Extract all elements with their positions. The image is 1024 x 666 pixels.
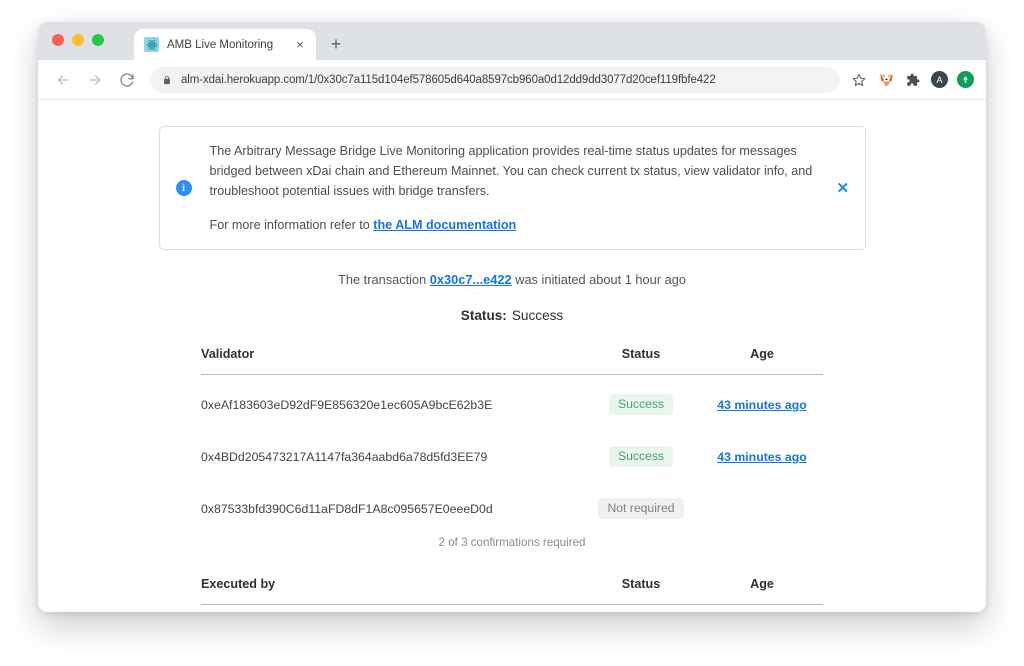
reload-button[interactable] xyxy=(114,67,140,93)
age-cell xyxy=(701,482,823,534)
new-tab-button[interactable]: + xyxy=(326,34,346,54)
validators-header-row: Validator Status Age xyxy=(201,347,823,375)
validator-address: 0xeAf183603eD92dF9E856320e1ec605A9bcE62b… xyxy=(201,397,493,412)
overall-status-value: Success xyxy=(511,308,564,323)
back-button[interactable] xyxy=(50,67,76,93)
status-cell: Success xyxy=(581,375,701,431)
age-link[interactable]: 43 minutes ago xyxy=(717,398,807,412)
age-cell: 43 minutes ago xyxy=(701,605,823,611)
table-row: 0x4BDd205473217A1147fa364aabd6a78d5fd3EE… xyxy=(201,430,823,482)
age-cell: 43 minutes ago xyxy=(701,430,823,482)
status-badge: Success xyxy=(608,446,674,468)
close-banner-button[interactable]: ✕ xyxy=(837,181,851,196)
browser-window: AMB Live Monitoring × + alm-xdai.herokua… xyxy=(38,22,986,612)
status-badge: Not required xyxy=(598,498,684,520)
forward-button[interactable] xyxy=(82,67,108,93)
executed-table: Executed by Status Age 0xeAf183603eD92dF… xyxy=(201,577,823,611)
alm-page-content: i The Arbitrary Message Bridge Live Moni… xyxy=(38,126,986,611)
executed-table-head: Executed by Status Age xyxy=(201,577,823,605)
minimize-window-button[interactable] xyxy=(72,34,84,46)
executed-table-block: Executed by Status Age 0xeAf183603eD92dF… xyxy=(201,577,823,611)
table-row: 0xeAf183603eD92dF9E856320e1ec605A9bcE62b… xyxy=(201,605,823,611)
toolbar-icon-group: A xyxy=(846,71,974,89)
browser-tab-title: AMB Live Monitoring xyxy=(167,38,274,51)
executed-header-age: Age xyxy=(750,577,774,592)
browser-toolbar: alm-xdai.herokuapp.com/1/0x30c7a115d104e… xyxy=(38,60,986,100)
transaction-prefix: The transaction xyxy=(338,272,430,287)
validator-address: 0x87533bfd390C6d11aFD8dF1A8c095657E0eeeD… xyxy=(201,501,493,516)
maximize-window-button[interactable] xyxy=(92,34,104,46)
profile-avatar-icon[interactable]: A xyxy=(931,71,948,88)
info-banner-text: The Arbitrary Message Bridge Live Monito… xyxy=(210,141,837,235)
sync-status-icon[interactable] xyxy=(957,71,974,88)
validators-header-age: Age xyxy=(750,347,774,361)
transaction-summary-line: The transaction 0x30c7...e422 was initia… xyxy=(38,272,986,287)
validator-address: 0x4BDd205473217A1147fa364aabd6a78d5fd3EE… xyxy=(201,449,488,464)
info-banner-paragraph-1: The Arbitrary Message Bridge Live Monito… xyxy=(209,144,813,198)
validators-header-validator: Validator xyxy=(201,347,255,361)
browser-tab-strip: AMB Live Monitoring × + xyxy=(38,22,986,60)
overall-status-label: Status: xyxy=(460,308,507,323)
validators-header-status: Status xyxy=(621,347,661,361)
alm-documentation-link[interactable]: the ALM documentation xyxy=(373,218,516,232)
page-viewport: i The Arbitrary Message Bridge Live Moni… xyxy=(38,100,986,611)
executed-header-status: Status xyxy=(621,577,661,592)
desktop-background: AMB Live Monitoring × + alm-xdai.herokua… xyxy=(0,0,1024,666)
info-banner-paragraph-2: For more information refer to the ALM do… xyxy=(210,215,817,235)
overall-status-line: Status: Success xyxy=(38,308,986,323)
age-cell: 43 minutes ago xyxy=(701,375,823,431)
executed-header-row: Executed by Status Age xyxy=(201,577,823,605)
browser-tab-active[interactable]: AMB Live Monitoring × xyxy=(134,29,316,60)
validator-address: 0xeAf183603eD92dF9E856320e1ec605A9bcE62b… xyxy=(201,605,581,611)
transaction-suffix: was initiated about 1 hour ago xyxy=(511,272,686,287)
validators-table-body: 0xeAf183603eD92dF9E856320e1ec605A9bcE62b… xyxy=(201,375,823,535)
info-banner: i The Arbitrary Message Bridge Live Moni… xyxy=(158,126,866,250)
status-cell: Success xyxy=(581,430,701,482)
status-cell: Not required xyxy=(581,482,701,534)
confirmations-note: 2 of 3 confirmations required xyxy=(438,536,586,550)
info-banner-link-prefix: For more information refer to xyxy=(209,218,374,232)
close-tab-button[interactable]: × xyxy=(292,37,308,53)
validators-table: Validator Status Age 0xeAf183603eD92dF9E… xyxy=(201,347,823,534)
validators-table-block: Validator Status Age 0xeAf183603eD92dF9E… xyxy=(201,347,823,549)
validators-table-head: Validator Status Age xyxy=(201,347,823,375)
secure-lock-icon xyxy=(162,74,173,86)
extensions-puzzle-icon[interactable] xyxy=(904,71,922,89)
address-bar-url: alm-xdai.herokuapp.com/1/0x30c7a115d104e… xyxy=(181,73,716,86)
react-atom-favicon xyxy=(144,37,159,52)
status-badge: Success xyxy=(608,394,674,416)
executed-header-entity: Executed by xyxy=(201,577,276,592)
executed-table-body: 0xeAf183603eD92dF9E856320e1ec605A9bcE62b… xyxy=(201,605,823,611)
close-window-button[interactable] xyxy=(52,34,64,46)
age-link[interactable]: 43 minutes ago xyxy=(717,450,807,464)
metamask-fox-icon[interactable] xyxy=(877,71,895,89)
table-row: 0xeAf183603eD92dF9E856320e1ec605A9bcE62b… xyxy=(201,375,823,431)
table-row: 0x87533bfd390C6d11aFD8dF1A8c095657E0eeeD… xyxy=(201,482,823,534)
info-circle-icon: i xyxy=(175,180,192,196)
bookmark-star-icon[interactable] xyxy=(850,71,868,89)
address-bar[interactable]: alm-xdai.herokuapp.com/1/0x30c7a115d104e… xyxy=(150,66,840,93)
window-traffic-lights xyxy=(52,34,104,46)
transaction-hash-link[interactable]: 0x30c7...e422 xyxy=(430,272,512,287)
status-cell: Success xyxy=(581,605,701,611)
